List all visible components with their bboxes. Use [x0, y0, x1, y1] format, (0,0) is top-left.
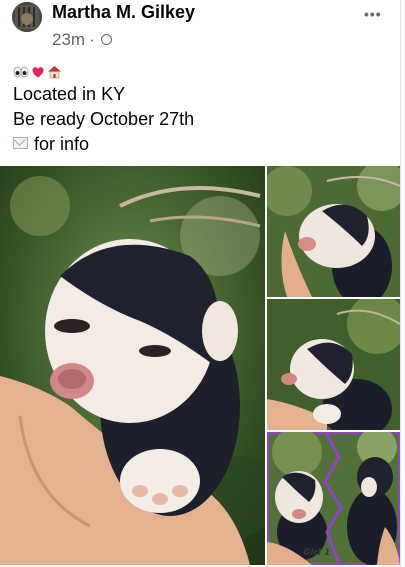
puppy-thumbnail-3[interactable]: Girl 1	[267, 432, 400, 565]
puppy-thumbnail-1[interactable]	[267, 166, 400, 297]
eyes-emoji	[13, 66, 29, 78]
emoji-line	[13, 63, 62, 81]
post-text-location: Located in KY	[13, 84, 126, 104]
post-text-ready-date: Be ready October 27th	[13, 109, 195, 129]
house-emoji	[48, 66, 61, 79]
post-text-info-label: for info	[34, 134, 90, 154]
post-card: Martha M. Gilkey 23m · ••• Located in KY …	[0, 0, 401, 567]
puppy-thumbnail-2[interactable]	[267, 299, 400, 430]
author-avatar[interactable]	[12, 2, 42, 32]
globe-icon[interactable]	[100, 34, 112, 46]
main-puppy-photo[interactable]	[0, 166, 265, 565]
envelope-icon	[13, 137, 28, 150]
post-time[interactable]: 23m	[52, 30, 85, 49]
more-options-icon[interactable]: •••	[364, 6, 382, 22]
post-meta: 23m ·	[52, 30, 112, 50]
meta-separator: ·	[89, 30, 95, 49]
post-text-info: for info	[13, 134, 89, 155]
red-heart-emoji	[32, 67, 44, 78]
author-name[interactable]: Martha M. Gilkey	[52, 2, 195, 23]
thumbnail-caption: Girl 1	[303, 548, 331, 558]
